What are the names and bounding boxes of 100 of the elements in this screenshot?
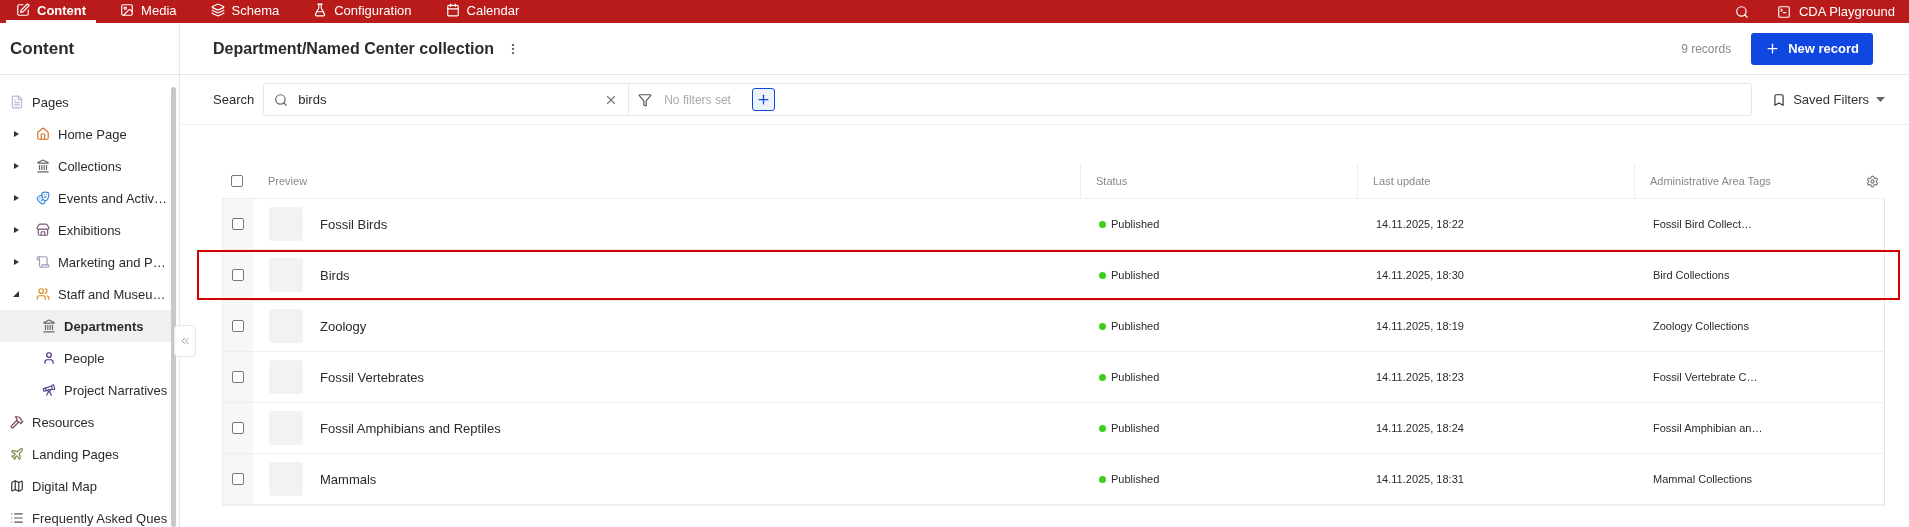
search-icon[interactable] — [1734, 4, 1749, 19]
sidebar-item[interactable]: Departments — [0, 310, 171, 342]
column-header: Administrative Area Tags — [1650, 175, 1771, 187]
page-title: Department/Named Center collection — [213, 39, 494, 58]
filter-icon — [638, 92, 653, 107]
nav-tab[interactable]: Content — [6, 0, 97, 23]
checkbox[interactable] — [232, 269, 244, 281]
item-icon — [36, 255, 50, 269]
status-text: Published — [1111, 371, 1160, 383]
nav-tab[interactable]: Calendar — [435, 0, 530, 23]
table-row[interactable]: Fossil Amphibians and Reptiles Published 14.11.2025, 18:24 Fossil Amphibian an… — [223, 403, 1884, 454]
sidebar-item[interactable]: Exhibitions — [0, 214, 171, 246]
nav-tab[interactable]: Configuration — [303, 0, 422, 23]
caret-icon — [1876, 96, 1885, 103]
tab-icon — [16, 3, 30, 17]
sidebar-item[interactable]: Marketing and P… — [0, 246, 171, 278]
checkbox[interactable] — [232, 473, 244, 485]
record-name: Fossil Vertebrates — [320, 369, 425, 385]
sidebar-item[interactable]: Landing Pages — [0, 438, 171, 470]
date-text: 14.11.2025, 18:24 — [1376, 422, 1464, 434]
tags-text: Mammal Collections — [1653, 473, 1753, 485]
nav-tab[interactable]: Schema — [200, 0, 290, 23]
date-text: 14.11.2025, 18:22 — [1376, 218, 1464, 230]
terminal-icon — [1776, 4, 1791, 19]
column-header: Status — [1096, 175, 1128, 187]
date-text: 14.11.2025, 18:30 — [1376, 269, 1464, 281]
item-icon — [42, 351, 56, 365]
sidebar-item[interactable]: Digital Map — [0, 470, 171, 502]
tags-text: Fossil Vertebrate C… — [1653, 371, 1758, 383]
record-name: Mammals — [320, 471, 377, 487]
record-name: Zoology — [320, 318, 367, 334]
table-row[interactable]: Zoology Published 14.11.2025, 18:19 Zoology Collections — [223, 301, 1884, 352]
search-icon — [274, 92, 289, 107]
item-icon — [36, 223, 50, 237]
settings-icon[interactable] — [1866, 174, 1879, 188]
checkbox[interactable] — [232, 218, 244, 230]
checkbox[interactable] — [232, 371, 244, 383]
item-icon — [42, 383, 56, 397]
table-row[interactable]: Fossil Vertebrates Published 14.11.2025, 18:23 Fossil Vertebrate C… — [223, 352, 1884, 403]
item-icon — [36, 287, 50, 301]
item-icon — [36, 127, 50, 141]
status-text: Published — [1111, 269, 1160, 281]
search-label: Search — [213, 92, 255, 107]
status-text: Published — [1111, 473, 1160, 485]
new-record-button[interactable]: New record — [1751, 32, 1873, 65]
sidebar-item[interactable]: Staff and Museu… — [0, 278, 171, 310]
caret-icon[interactable] — [12, 130, 20, 138]
item-icon — [10, 415, 24, 429]
tab-icon — [210, 3, 225, 17]
tags-text: Bird Collections — [1653, 269, 1730, 281]
checkbox[interactable] — [232, 320, 244, 332]
tags-text: Zoology Collections — [1653, 320, 1749, 332]
record-count: 9 records — [1681, 41, 1732, 56]
table-row[interactable]: Fossil Birds Published 14.11.2025, 18:22 Fossil Bird Collect… — [223, 199, 1884, 250]
item-icon — [36, 159, 50, 173]
tab-icon — [313, 3, 328, 17]
checkbox[interactable] — [232, 422, 244, 434]
caret-icon[interactable] — [12, 194, 20, 202]
caret-icon[interactable] — [12, 258, 20, 266]
column-header: Last update — [1373, 175, 1431, 187]
item-icon — [10, 95, 24, 109]
checkbox[interactable] — [231, 175, 243, 187]
nav-tab[interactable]: Media — [110, 0, 187, 23]
tags-text: Fossil Bird Collect… — [1653, 218, 1753, 230]
saved-filters-button[interactable]: Saved Filters — [1772, 92, 1885, 107]
caret-icon[interactable] — [12, 290, 20, 298]
column-header: Preview — [268, 175, 308, 187]
caret-icon[interactable] — [12, 162, 20, 170]
tab-icon — [445, 3, 460, 17]
double-chevron-icon — [179, 335, 191, 347]
item-icon — [42, 319, 56, 333]
sidebar-item[interactable]: Resources — [0, 406, 171, 438]
sidebar-item[interactable]: People — [0, 342, 171, 374]
record-name: Fossil Birds — [320, 216, 388, 232]
caret-icon[interactable] — [12, 226, 20, 234]
item-icon — [10, 447, 24, 461]
date-text: 14.11.2025, 18:23 — [1376, 371, 1464, 383]
sidebar-item[interactable]: Collections — [0, 150, 171, 182]
add-filter-button[interactable] — [752, 88, 776, 111]
status-text: Published — [1111, 320, 1160, 332]
sidebar-title: Content — [0, 23, 179, 75]
bookmark-icon — [1772, 92, 1787, 107]
tab-icon — [120, 3, 135, 17]
tags-text: Fossil Amphibian an… — [1653, 422, 1763, 434]
date-text: 14.11.2025, 18:31 — [1376, 473, 1464, 485]
table-row[interactable]: Birds Published 14.11.2025, 18:30 Bird Collections — [223, 250, 1884, 301]
sidebar-item[interactable]: Frequently Asked Ques — [0, 502, 171, 527]
scrollbar[interactable] — [171, 87, 176, 527]
sidebar-item[interactable]: Project Narratives — [0, 374, 171, 406]
item-icon — [10, 511, 24, 525]
sidebar-item[interactable]: Pages — [0, 86, 171, 118]
sidebar-item[interactable]: Home Page — [0, 118, 171, 150]
plus-icon — [1765, 41, 1781, 56]
status-text: Published — [1111, 422, 1160, 434]
table-row[interactable]: Mammals Published 14.11.2025, 18:31 Mammal Collections — [223, 454, 1884, 505]
record-name: Birds — [320, 267, 350, 283]
workspace-link[interactable]: CDA Playground — [1776, 4, 1903, 19]
date-text: 14.11.2025, 18:19 — [1376, 320, 1464, 332]
sidebar-item[interactable]: Events and Activ… — [0, 182, 171, 214]
plus-icon — [756, 92, 772, 107]
